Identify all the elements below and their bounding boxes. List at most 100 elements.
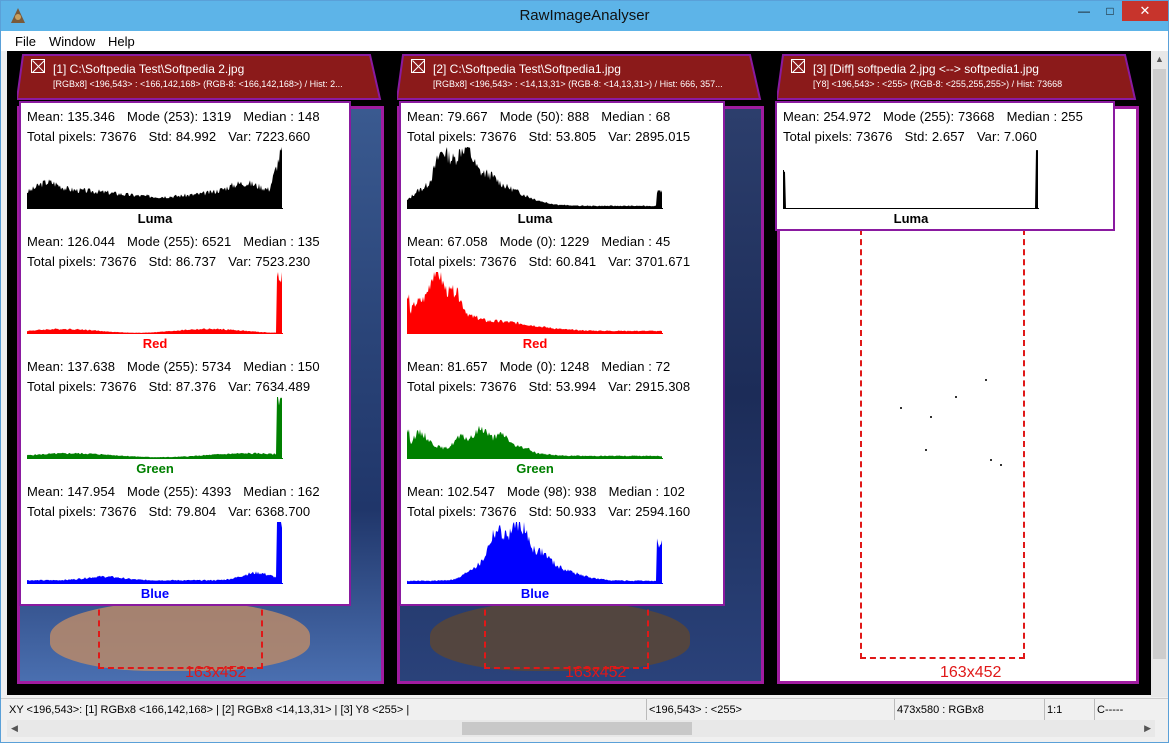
stat-median: Median : 72 [601,359,671,374]
image-panel-3[interactable]: [3] [Diff] softpedia 2.jpg <--> softpedi… [775,51,1139,691]
histogram-area [27,272,282,334]
stats-row-2: Total pixels: 73676 Std: 50.933 Var: 2594.… [407,504,690,519]
histogram-blue [27,522,283,584]
histogram-green [407,425,663,459]
close-tab-icon[interactable] [31,59,45,73]
stat-var: Var: 6368.700 [228,504,311,519]
stat-mode: Mode (50): 888 [499,109,590,124]
histogram-panel: Mean: 254.972 Mode (255): 73668 Median : 2… [775,101,1115,231]
histogram-luma [407,147,663,209]
stat-median: Median : 150 [243,359,320,374]
stat-var: Var: 2594.160 [608,504,691,519]
stat-var: Var: 7523.230 [228,254,311,269]
channel-label: Blue [520,586,550,601]
tab-title: [3] [Diff] softpedia 2.jpg <--> softpedi… [813,62,1039,76]
menu-file[interactable]: File [15,34,36,49]
title-bar[interactable]: RawImageAnalyser — □ ✕ [1,1,1168,31]
menu-window[interactable]: Window [49,34,95,49]
panel-tab[interactable]: [1] C:\Softpedia Test\Softpedia 2.jpg [RG… [17,54,384,100]
tab-title: [2] C:\Softpedia Test\Softpedia1.jpg [433,62,621,76]
close-tab-icon[interactable] [791,59,805,73]
channel-label: Red [142,336,168,351]
image-panel-2[interactable]: [2] C:\Softpedia Test\Softpedia1.jpg [RGB… [397,51,764,691]
stat-median: Median : 135 [243,234,320,249]
histogram-blue [407,522,663,584]
stat-std: Std: 2.657 [904,129,965,144]
stat-mean: Mean: 147.954 [27,484,116,499]
diff-pixel [930,416,932,418]
histogram-luma [783,150,1039,209]
tab-info: [RGBx8] <196,543> : <14,13,31> (RGB-8: <… [433,79,723,89]
histogram-panel: Mean: 79.667 Mode (50): 888 Median : 68 Tot… [399,101,725,606]
maximize-button[interactable]: □ [1098,1,1122,21]
close-tab-icon[interactable] [411,59,425,73]
stat-mean: Mean: 102.547 [407,484,496,499]
stat-std: Std: 84.992 [148,129,217,144]
stat-mean: Mean: 81.657 [407,359,488,374]
selection-rect[interactable] [860,229,1025,659]
horizontal-scrollbar[interactable]: ◀ ▶ [7,720,1155,737]
scroll-right-icon[interactable]: ▶ [1144,723,1151,734]
stats-row-1: Mean: 67.058 Mode (0): 1229 Median : 45 [407,234,670,249]
diff-pixel [990,459,992,461]
stat-var: Var: 2895.015 [608,129,691,144]
vertical-scroll-thumb[interactable] [1153,69,1166,659]
stat-mean: Mean: 135.346 [27,109,116,124]
image-panel-1[interactable]: [1] C:\Softpedia Test\Softpedia 2.jpg [RG… [17,51,384,691]
selection-rect[interactable] [98,599,263,669]
menu-help[interactable]: Help [108,34,135,49]
diff-pixel [925,449,927,451]
histogram-red [27,272,283,334]
stat-std: Std: 53.805 [528,129,597,144]
diff-pixel [955,396,957,398]
vertical-scrollbar[interactable]: ▲ [1151,51,1168,697]
panel-tab[interactable]: [3] [Diff] softpedia 2.jpg <--> softpedi… [777,54,1139,100]
selection-dimensions: 163x452 [940,664,1002,681]
stat-median: Median : 255 [1006,109,1083,124]
stat-var: Var: 7223.660 [228,129,311,144]
tab-info: [RGBx8] <196,543> : <166,142,168> (RGB-8… [53,79,343,89]
stat-std: Std: 79.804 [148,504,217,519]
tab-title: [1] C:\Softpedia Test\Softpedia 2.jpg [53,62,245,76]
stat-total: Total pixels: 73676 [27,129,137,144]
scroll-up-icon[interactable]: ▲ [1155,54,1164,64]
minimize-button[interactable]: — [1070,1,1098,21]
selection-rect[interactable] [484,599,649,669]
histogram-area [27,147,282,209]
stat-total: Total pixels: 73676 [407,504,517,519]
window-title: RawImageAnalyser [519,7,650,24]
stat-mode: Mode (255): 4393 [127,484,232,499]
stats-row-2: Total pixels: 73676 Std: 87.376 Var: 7634.… [27,379,310,394]
stats-row-1: Mean: 81.657 Mode (0): 1248 Median : 72 [407,359,670,374]
stats-row-2: Total pixels: 73676 Std: 86.737 Var: 7523.… [27,254,310,269]
stat-std: Std: 86.737 [148,254,217,269]
scroll-left-icon[interactable]: ◀ [11,723,18,734]
horizontal-scroll-thumb[interactable] [462,722,692,735]
stat-total: Total pixels: 73676 [407,379,517,394]
channel-label: Luma [517,211,553,226]
histogram-area [407,272,662,334]
stat-var: Var: 2915.308 [608,379,691,394]
stats-row-1: Mean: 102.547 Mode (98): 938 Median : 102 [407,484,685,499]
histogram-red [407,272,663,334]
stat-std: Std: 87.376 [148,379,217,394]
stat-total: Total pixels: 73676 [27,379,137,394]
stat-mean: Mean: 254.972 [783,109,872,124]
channel-label: Red [522,336,548,351]
stat-mean: Mean: 137.638 [27,359,116,374]
stat-median: Median : 102 [608,484,685,499]
histogram-area [407,522,662,584]
stats-row-2: Total pixels: 73676 Std: 53.805 Var: 2895.… [407,129,690,144]
diff-pixel [985,379,987,381]
channel-label: Luma [137,211,173,226]
stat-mean: Mean: 126.044 [27,234,116,249]
stat-median: Median : 45 [601,234,671,249]
close-button[interactable]: ✕ [1122,1,1168,21]
channel-label: Green [136,461,174,476]
stat-mean: Mean: 79.667 [407,109,488,124]
channel-label: Luma [893,211,929,226]
stat-mean: Mean: 67.058 [407,234,488,249]
selection-dimensions: 163x452 [565,664,627,681]
tab-info: [Y8] <196,543> : <255> (RGB-8: <255,255,… [813,79,1063,89]
panel-tab[interactable]: [2] C:\Softpedia Test\Softpedia1.jpg [RGB… [397,54,764,100]
